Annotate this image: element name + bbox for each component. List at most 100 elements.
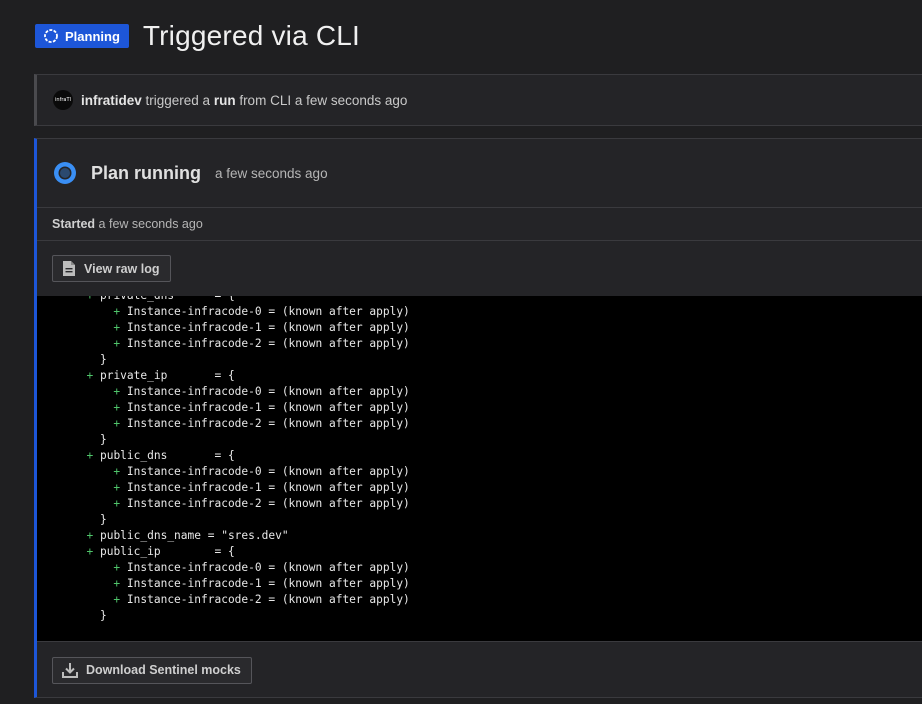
run-link[interactable]: run <box>214 93 236 108</box>
log-indent <box>73 497 113 510</box>
log-line: + public_ip = { <box>73 544 410 560</box>
log-indent <box>73 337 113 350</box>
log-line: + public_dns_name = "sres.dev" <box>73 528 410 544</box>
started-time: a few seconds ago <box>95 217 203 231</box>
log-line: + Instance-infracode-1 = (known after ap… <box>73 480 410 496</box>
log-indent <box>73 296 86 302</box>
log-line: + Instance-infracode-0 = (known after ap… <box>73 384 410 400</box>
log-plus-marker: + <box>86 296 99 302</box>
log-line: + private_dns = { <box>73 296 410 304</box>
log-line: + public_dns = { <box>73 448 410 464</box>
status-badge-label: Planning <box>65 28 120 44</box>
log-indent <box>73 545 86 558</box>
log-indent <box>73 481 113 494</box>
log-indent <box>73 353 100 366</box>
log-text: } <box>99 353 107 366</box>
log-line: + Instance-infracode-0 = (known after ap… <box>73 304 410 320</box>
trigger-info-bar: infraTI infratidev triggered a run from … <box>34 74 922 126</box>
spinner-icon <box>44 29 58 43</box>
log-text: Instance-infracode-1 = (known after appl… <box>126 481 410 494</box>
log-text: } <box>99 513 107 526</box>
log-text: Instance-infracode-2 = (known after appl… <box>126 593 410 606</box>
log-plus-marker: + <box>113 577 127 590</box>
page-header: Planning Triggered via CLI <box>35 18 360 54</box>
log-line: } <box>73 512 410 528</box>
log-indent <box>73 529 86 542</box>
document-icon <box>63 261 75 276</box>
log-indent <box>73 577 113 590</box>
log-line: + Instance-infracode-2 = (known after ap… <box>73 336 410 352</box>
log-indent <box>73 449 86 462</box>
log-text: Instance-infracode-2 = (known after appl… <box>126 417 410 430</box>
plan-panel: Plan running a few seconds ago Started a… <box>34 138 922 698</box>
log-line: } <box>73 352 410 368</box>
log-line: + Instance-infracode-1 = (known after ap… <box>73 400 410 416</box>
log-plus-marker: + <box>113 305 127 318</box>
log-plus-marker: + <box>113 593 127 606</box>
log-line: } <box>73 608 410 624</box>
view-raw-log-label: View raw log <box>84 261 160 276</box>
log-text: Instance-infracode-1 = (known after appl… <box>126 401 410 414</box>
plan-footer: Download Sentinel mocks <box>37 641 922 698</box>
log-line: + Instance-infracode-1 = (known after ap… <box>73 576 410 592</box>
log-indent <box>73 321 113 334</box>
log-text: Instance-infracode-1 = (known after appl… <box>126 321 410 334</box>
log-text: public_dns_name = "sres.dev" <box>99 529 289 542</box>
avatar-text: infraTI <box>55 97 71 103</box>
plan-title: Plan running <box>91 162 201 183</box>
log-indent <box>73 305 113 318</box>
plan-header: Plan running a few seconds ago <box>37 139 922 208</box>
log-line: + Instance-infracode-2 = (known after ap… <box>73 416 410 432</box>
log-line: } <box>73 432 410 448</box>
download-icon <box>62 663 78 678</box>
log-text: Instance-infracode-2 = (known after appl… <box>126 337 410 350</box>
view-raw-log-button[interactable]: View raw log <box>52 255 171 282</box>
log-content: + private_dns = { + Instance-infracode-0… <box>73 296 410 624</box>
log-plus-marker: + <box>113 561 127 574</box>
log-indent <box>73 609 100 622</box>
log-plus-marker: + <box>113 417 127 430</box>
log-line: + Instance-infracode-2 = (known after ap… <box>73 592 410 608</box>
log-indent <box>73 369 86 382</box>
log-plus-marker: + <box>113 401 127 414</box>
log-indent <box>73 561 113 574</box>
log-indent <box>73 385 113 398</box>
log-line: + Instance-infracode-1 = (known after ap… <box>73 320 410 336</box>
log-plus-marker: + <box>113 337 127 350</box>
log-text: } <box>99 433 107 446</box>
log-text: Instance-infracode-0 = (known after appl… <box>126 561 410 574</box>
log-output[interactable]: + private_dns = { + Instance-infracode-0… <box>37 296 922 641</box>
avatar: infraTI <box>53 90 73 110</box>
log-line: + Instance-infracode-0 = (known after ap… <box>73 560 410 576</box>
log-indent <box>73 513 100 526</box>
started-label: Started <box>52 217 96 231</box>
started-row: Started a few seconds ago <box>37 208 922 241</box>
log-line: + Instance-infracode-2 = (known after ap… <box>73 496 410 512</box>
log-plus-marker: + <box>86 449 100 462</box>
log-text: Instance-infracode-1 = (known after appl… <box>126 577 410 590</box>
log-indent <box>73 593 113 606</box>
log-indent <box>73 465 113 478</box>
log-text: Instance-infracode-0 = (known after appl… <box>126 305 410 318</box>
log-text: Instance-infracode-2 = (known after appl… <box>126 497 410 510</box>
download-sentinel-mocks-label: Download Sentinel mocks <box>86 663 241 677</box>
running-circle-icon <box>54 162 76 184</box>
log-plus-marker: + <box>86 529 100 542</box>
log-text: private_ip = { <box>99 369 235 382</box>
log-plus-marker: + <box>113 321 127 334</box>
log-line: + Instance-infracode-0 = (known after ap… <box>73 464 410 480</box>
trigger-user-link[interactable]: infratidev <box>81 93 142 108</box>
log-text: Instance-infracode-0 = (known after appl… <box>126 385 410 398</box>
log-text: Instance-infracode-0 = (known after appl… <box>126 465 410 478</box>
log-plus-marker: + <box>86 545 100 558</box>
log-text: public_ip = { <box>99 545 235 558</box>
trigger-text: triggered a <box>141 92 214 108</box>
log-indent <box>73 417 113 430</box>
download-sentinel-mocks-button[interactable]: Download Sentinel mocks <box>52 656 252 684</box>
log-text: private_dns = { <box>100 296 235 302</box>
plan-time: a few seconds ago <box>215 165 328 181</box>
log-text: } <box>99 609 107 622</box>
log-plus-marker: + <box>113 465 127 478</box>
log-plus-marker: + <box>113 385 127 398</box>
log-plus-marker: + <box>113 497 127 510</box>
